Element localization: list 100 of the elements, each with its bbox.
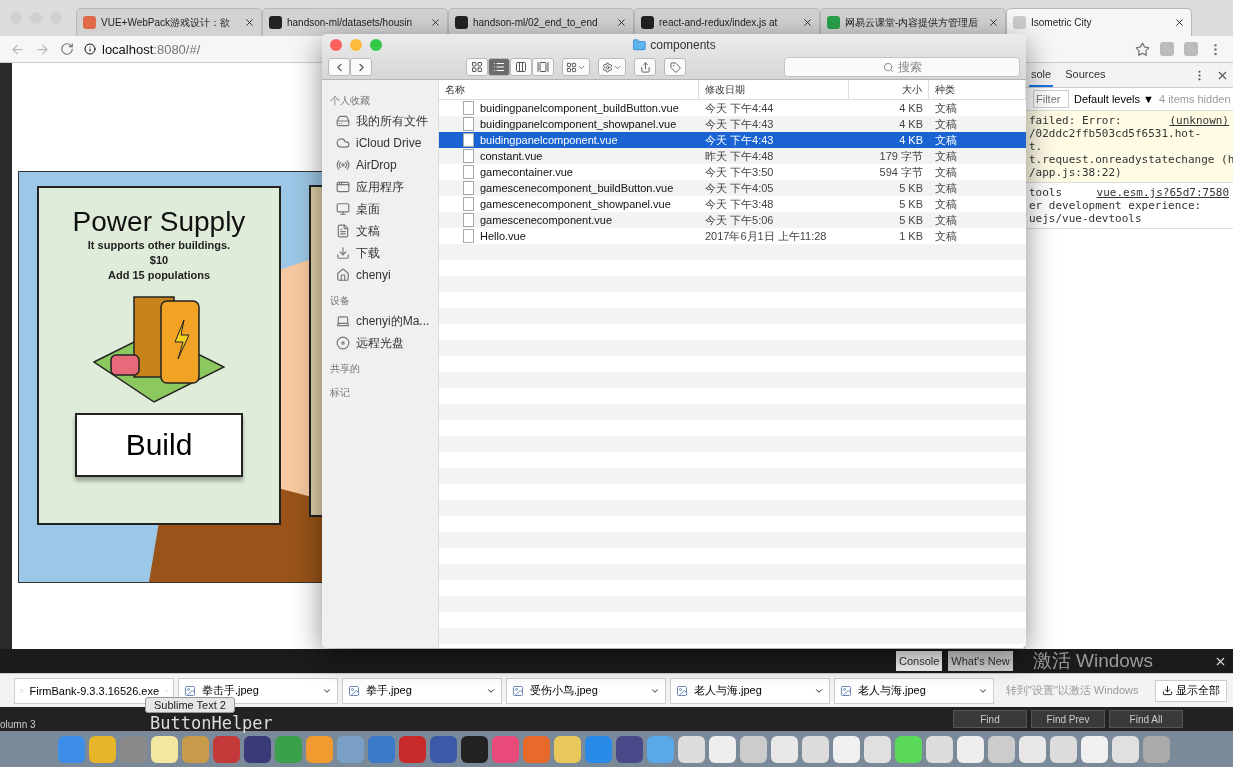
sidebar-item[interactable]: AirDrop	[322, 154, 438, 176]
forward-button[interactable]	[350, 58, 372, 76]
message-text: failed: Error:	[1029, 114, 1122, 127]
window-title: components	[650, 38, 716, 52]
back-button[interactable]	[328, 58, 350, 76]
icons-view-icon	[471, 61, 483, 73]
star-icon[interactable]	[1135, 41, 1150, 57]
download-item[interactable]: 老人与海.jpeg	[834, 677, 994, 704]
app-tooltip: Sublime Text 2	[145, 697, 235, 713]
app-icon[interactable]	[833, 735, 860, 763]
forward-icon[interactable]	[35, 41, 50, 57]
browser-tab[interactable]: Isometric City	[1006, 8, 1192, 36]
find-button[interactable]: Find	[953, 710, 1027, 728]
app-icon[interactable]	[554, 735, 581, 763]
sidebar-heading: 标记	[329, 386, 351, 400]
close-icon[interactable]	[616, 17, 627, 28]
app-icon[interactable]	[988, 735, 1015, 763]
devtools-tab[interactable]: sole	[1029, 63, 1054, 87]
app-icon[interactable]	[151, 735, 178, 763]
app-icon[interactable]	[957, 735, 984, 763]
browser-tab[interactable]: react-and-redux/index.js at	[634, 8, 820, 36]
action-button[interactable]	[598, 58, 626, 76]
download-item[interactable]: 拳手.jpeg	[342, 677, 502, 704]
app-icon[interactable]	[1050, 735, 1077, 763]
coverflow-view-button[interactable]	[532, 58, 554, 76]
tag-button[interactable]	[664, 58, 686, 76]
file-icon	[463, 117, 474, 131]
find-button[interactable]: Find All	[1109, 710, 1183, 728]
group-button[interactable]	[562, 58, 590, 76]
apps-icon	[336, 180, 350, 194]
sidebar-item[interactable]: 下载	[322, 242, 438, 264]
drawer-tab[interactable]: What's New	[948, 651, 1013, 671]
image-file-icon	[184, 684, 196, 697]
share-button[interactable]	[634, 58, 656, 76]
app-icon[interactable]	[709, 735, 736, 763]
devtools-tab[interactable]: Sources	[1063, 63, 1108, 87]
close-icon[interactable]	[1174, 17, 1185, 28]
size-cell-text: 4 KB	[898, 102, 924, 114]
app-icon[interactable]	[244, 735, 271, 763]
close-icon[interactable]	[430, 17, 441, 28]
minimize-button[interactable]	[350, 39, 362, 51]
sidebar-item[interactable]: chenyi	[322, 264, 438, 286]
message-text: /02ddc2ffb503cd5f6531.hot-	[1029, 127, 1202, 140]
levels-dropdown[interactable]: Default levels ▼	[1074, 93, 1154, 105]
download-item[interactable]: 老人与海.jpeg	[670, 677, 830, 704]
app-icon[interactable]	[802, 735, 829, 763]
search-field[interactable]: 搜索	[784, 57, 1020, 77]
show-all-button[interactable]: 显示全部	[1155, 679, 1227, 702]
sidebar-item[interactable]: 远程光盘	[322, 332, 438, 354]
app-icon[interactable]	[678, 735, 705, 763]
app-icon[interactable]	[1081, 735, 1108, 763]
columns-view-button[interactable]	[510, 58, 532, 76]
icons-view-button[interactable]	[466, 58, 488, 76]
kind-cell-text: 文稿	[934, 116, 958, 132]
filter-field[interactable]: Filter	[1033, 90, 1069, 108]
close-button[interactable]	[330, 39, 342, 51]
file-row[interactable]: buidingpanelcomponent.vue 今天 下午4:43 4 KB 文稿	[439, 132, 1026, 148]
file-icon	[463, 181, 474, 195]
sidebar-item[interactable]: chenyi的Ma...	[322, 310, 438, 332]
back-icon[interactable]	[10, 41, 25, 57]
sidebar-item[interactable]: 文稿	[322, 220, 438, 242]
source-link[interactable]: (unknown)	[1169, 114, 1229, 127]
activation-subtitle: 转到"设置"以激活 Windows	[1006, 683, 1139, 698]
browser-tab[interactable]: 网易云课堂-内容提供方管理后	[820, 8, 1006, 36]
app-icon[interactable]	[864, 735, 891, 763]
image-file-icon	[348, 684, 360, 697]
app-icon[interactable]	[461, 735, 488, 763]
list-view-icon	[493, 61, 505, 73]
drawer-tab[interactable]: Console	[896, 651, 943, 671]
sidebar-item[interactable]: 我的所有文件	[322, 110, 438, 132]
sidebar-item[interactable]: 应用程序	[322, 176, 438, 198]
laptop-icon	[336, 314, 350, 328]
app-icon[interactable]	[771, 735, 798, 763]
hidden-count: 4 items hidden	[1159, 93, 1231, 105]
download-item[interactable]: 受伤小鸟.jpeg	[506, 677, 666, 704]
browser-tab[interactable]: handson-ml/02_end_to_end	[448, 8, 634, 36]
close-icon[interactable]	[802, 17, 813, 28]
list-view-button[interactable]	[488, 58, 510, 76]
kind-cell-text: 文稿	[934, 196, 958, 212]
close-icon[interactable]	[244, 17, 255, 28]
app-icon[interactable]	[616, 735, 643, 763]
drive-icon	[336, 114, 350, 128]
reload-icon[interactable]	[60, 42, 74, 56]
size-cell-text: 1 KB	[898, 230, 924, 242]
source-link[interactable]: vue.esm.js?65d7:7580	[1096, 186, 1229, 199]
browser-tab[interactable]: handson-ml/datasets/housin	[262, 8, 448, 36]
build-button[interactable]: Build	[75, 413, 243, 477]
app-icon[interactable]	[740, 735, 767, 763]
favicon-icon	[1013, 16, 1026, 29]
browser-tab[interactable]: VUE+WebPack游戏设计：欲	[76, 8, 262, 36]
zoom-button[interactable]	[370, 39, 382, 51]
sidebar-item[interactable]: iCloud Drive	[322, 132, 438, 154]
sidebar-item[interactable]: 桌面	[322, 198, 438, 220]
close-icon[interactable]	[988, 17, 999, 28]
find-button[interactable]: Find Prev	[1031, 710, 1105, 728]
app-icon[interactable]	[1112, 735, 1139, 763]
date-cell-text: 今天 下午4:43	[704, 116, 775, 132]
app-icon[interactable]	[926, 735, 953, 763]
app-icon[interactable]	[1019, 735, 1046, 763]
address-field[interactable]: localhost:8080/#/	[84, 39, 201, 59]
